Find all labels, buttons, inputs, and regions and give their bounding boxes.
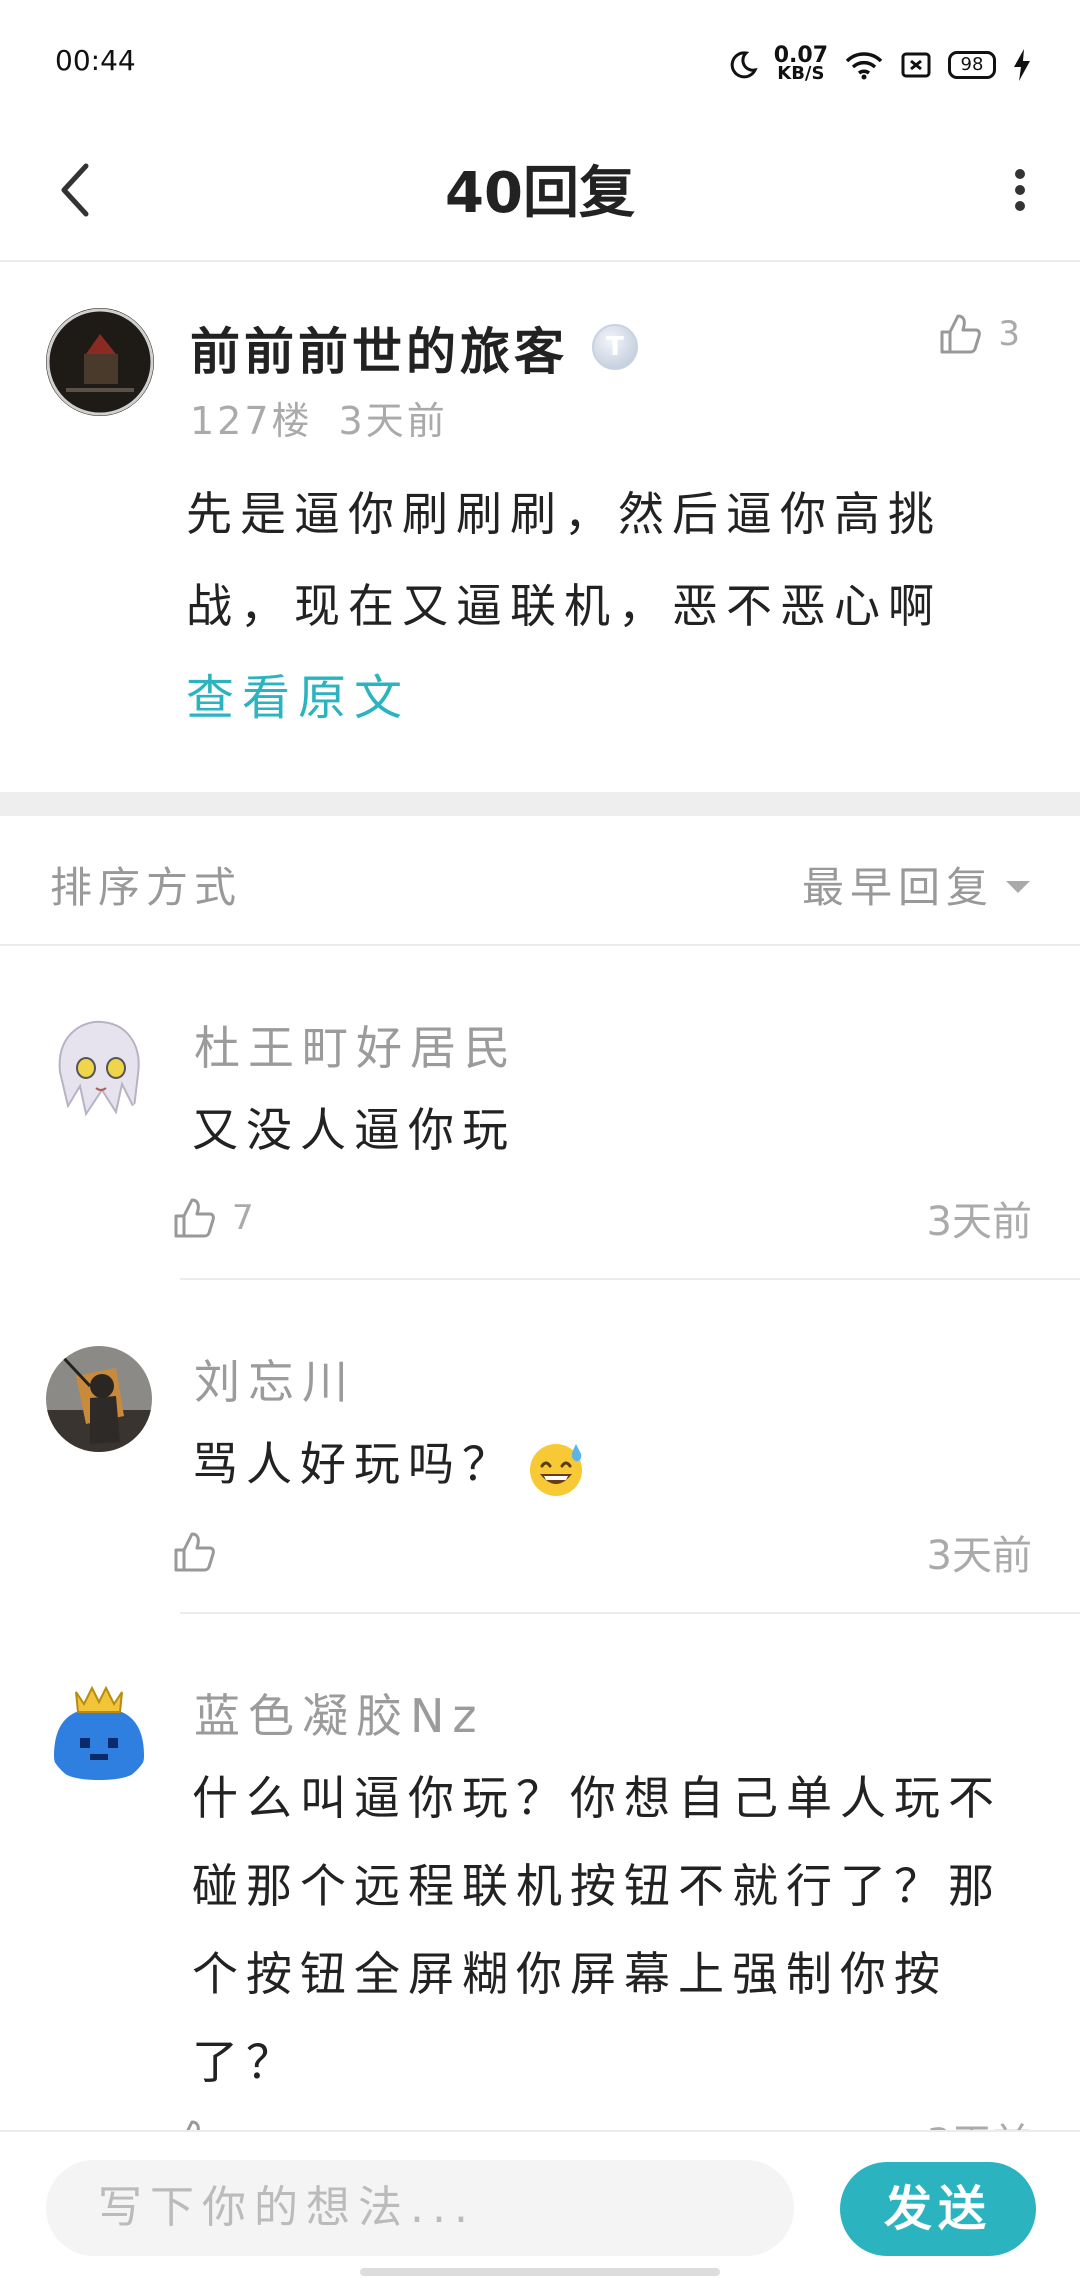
avatar-image (46, 1012, 152, 1118)
network-speed: 0.07 KB/S (773, 43, 828, 84)
reply-content: 骂人好玩吗？ (192, 1420, 1042, 1508)
reply-author[interactable]: 杜王町好居民 (194, 1012, 518, 1078)
sim-off-icon (901, 52, 931, 78)
post-meta: 127楼 3天前 (190, 390, 448, 445)
comment-input[interactable]: 写下你的想法... (46, 2160, 794, 2256)
post-like-button[interactable]: 3 (938, 312, 1020, 356)
section-divider (0, 792, 1080, 816)
more-vertical-icon (1015, 169, 1025, 211)
reply-like-button[interactable]: 7 (172, 1196, 254, 1240)
floor-number: 127楼 (190, 399, 313, 443)
status-icons: 0.07 KB/S 98 (728, 40, 1032, 90)
reply-author[interactable]: 蓝色凝胶Nz (194, 1680, 485, 1746)
thumb-up-icon (174, 1198, 215, 1238)
sort-selected: 最早回复 (801, 863, 994, 912)
avatar[interactable] (46, 308, 154, 416)
status-time: 00:44 (55, 44, 136, 77)
moon-icon (730, 51, 758, 79)
send-button[interactable]: 发送 (840, 2162, 1036, 2256)
level-badge: T (592, 324, 638, 370)
top-app-bar: 40回复 (0, 120, 1080, 262)
original-comment: 前前前世的旅客 T 3 127楼 3天前 先是逼你刷刷刷，然后逼你高挑战，现在又逼… (0, 262, 1080, 792)
reply-like-button[interactable] (172, 1530, 232, 1574)
dropdown-arrow-icon (1006, 880, 1030, 893)
reply-actions: 7 3天前 (172, 1188, 1032, 1248)
battery-level: 98 (948, 51, 996, 79)
reply-item: 蓝色凝胶Nz 什么叫逼你玩？你想自己单人玩不碰那个远程联机按钮不就行了？那个按钮… (0, 1614, 1080, 2167)
reply-content: 什么叫逼你玩？你想自己单人玩不碰那个远程联机按钮不就行了？那个按钮全屏糊你屏幕上… (192, 1771, 1002, 2089)
thumb-up-icon (174, 1532, 215, 1572)
home-indicator[interactable] (360, 2268, 720, 2276)
reply-time: 3天前 (926, 1199, 1032, 1245)
reply-time: 3天前 (926, 1533, 1032, 1579)
like-count: 3 (998, 314, 1020, 354)
like-count: 7 (232, 1198, 254, 1238)
reply-author[interactable]: 刘忘川 (194, 1346, 356, 1412)
thumb-up-icon (940, 314, 982, 354)
reply-item: 杜王町好居民 又没人逼你玩 7 3天前 (0, 946, 1080, 1280)
page-title: 40回复 (445, 161, 635, 226)
reply-content: 又没人逼你玩 (192, 1103, 516, 1157)
sort-bar: 排序方式 最早回复 (0, 816, 1080, 946)
screen: 00:44 0.07 KB/S 98 40回复 前前前世的旅客 T 3 127楼… (0, 0, 1080, 2280)
view-original-link[interactable]: 查看原文 (186, 658, 410, 728)
reply-actions: 3天前 (172, 1522, 1032, 1582)
status-bar: 00:44 0.07 KB/S 98 (0, 0, 1080, 120)
more-options-button[interactable] (990, 150, 1050, 230)
author-name[interactable]: 前前前世的旅客 (190, 312, 568, 384)
avatar-image (46, 308, 154, 416)
charging-icon (1014, 49, 1030, 81)
sweat-smile-emoji (530, 1443, 582, 1496)
avatar[interactable] (46, 1680, 152, 1786)
comment-composer: 写下你的想法... 发送 (0, 2130, 1080, 2280)
avatar[interactable] (46, 1346, 152, 1452)
reply-item: 刘忘川 骂人好玩吗？ 3天前 (0, 1280, 1080, 1614)
avatar-image (46, 1680, 152, 1786)
post-content: 先是逼你刷刷刷，然后逼你高挑战，现在又逼联机，恶不恶心啊 (186, 487, 942, 633)
post-time: 3天前 (338, 399, 448, 443)
avatar[interactable] (46, 1012, 152, 1118)
sort-label: 排序方式 (50, 863, 243, 912)
avatar-image (46, 1346, 152, 1452)
sort-dropdown[interactable]: 最早回复 (802, 854, 1030, 915)
wifi-icon (845, 52, 883, 80)
